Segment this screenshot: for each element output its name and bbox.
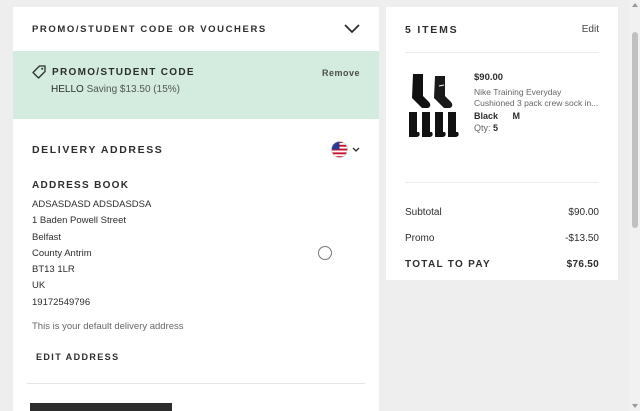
address-phone: 19172549796: [32, 296, 91, 308]
scroll-up-icon[interactable]: [632, 3, 638, 7]
country-selector[interactable]: [331, 141, 360, 158]
delivery-address-title: DELIVERY ADDRESS: [32, 143, 164, 156]
promo-label: Promo: [405, 232, 435, 244]
divider: [27, 383, 365, 384]
item-price: $90.00: [474, 72, 504, 83]
chevron-down-icon[interactable]: [344, 24, 360, 34]
total-label: TOTAL TO PAY: [405, 258, 491, 270]
promo-saving-text: Saving $13.50 (15%): [86, 84, 180, 95]
bag-item: $90.00 Nike Training Everyday Cushioned …: [405, 53, 599, 183]
scrollbar-thumb[interactable]: [632, 32, 638, 228]
qty-value: 5: [493, 123, 499, 133]
promo-accordion-title: PROMO/STUDENT CODE OR VOUCHERS: [32, 23, 267, 35]
checkout-left-column: PROMO/STUDENT CODE OR VOUCHERS PROMO/STU…: [13, 7, 379, 411]
default-address-note: This is your default delivery address: [32, 321, 184, 333]
item-name: Nike Training Everyday: [474, 87, 562, 97]
item-size: M: [512, 111, 521, 121]
address-line: BT13 1LR: [32, 264, 75, 276]
continue-button[interactable]: [30, 403, 172, 411]
tag-icon: [32, 65, 46, 79]
page-scrollbar[interactable]: [630, 0, 640, 411]
subtotal-label: Subtotal: [405, 206, 442, 218]
total-value: $76.50: [566, 258, 599, 270]
item-name-line2: Cushioned 3 pack crew sock in...: [474, 98, 599, 108]
edit-address-button[interactable]: EDIT ADDRESS: [32, 352, 360, 362]
promo-code-accordion[interactable]: PROMO/STUDENT CODE OR VOUCHERS: [13, 7, 379, 51]
item-color: Black: [474, 111, 499, 121]
applied-promo-code: PROMO/STUDENT CODE Remove HELLO Saving $…: [13, 51, 379, 119]
promo-value: -$13.50: [565, 232, 599, 244]
address-line: UK: [32, 280, 46, 292]
promo-applied-title: PROMO/STUDENT CODE: [52, 66, 195, 78]
promo-code-value: HELLO: [51, 84, 84, 95]
address-line: County Antrim: [32, 247, 92, 259]
address-line: ADSASDASD ADSDASDSA: [32, 199, 152, 210]
scroll-down-icon[interactable]: [632, 404, 638, 408]
qty-label: Qty:: [474, 123, 491, 133]
delivery-address-section: DELIVERY ADDRESS ADDRESS BOOK ADSASDASD …: [13, 119, 379, 411]
promo-row: Promo -$13.50: [405, 225, 599, 251]
items-count-title: 5 ITEMS: [405, 23, 459, 36]
chevron-down-icon: [352, 147, 360, 152]
address-line: 1 Baden Powell Street: [32, 215, 127, 227]
total-row: TOTAL TO PAY $76.50: [405, 251, 599, 277]
us-flag-icon: [331, 141, 348, 158]
subtotal-value: $90.00: [568, 206, 599, 218]
product-image[interactable]: [405, 72, 461, 144]
edit-bag-link[interactable]: Edit: [582, 24, 599, 35]
address-book-title: ADDRESS BOOK: [32, 180, 130, 191]
address-line: Belfast: [32, 231, 62, 243]
order-summary: 5 ITEMS Edit $90.00 Nike Training Everyd…: [386, 7, 618, 280]
subtotal-row: Subtotal $90.00: [405, 199, 599, 225]
address-block: ADSASDASD ADSDASDSA 1 Baden Powell Stree…: [32, 197, 360, 311]
address-radio[interactable]: [318, 246, 332, 260]
remove-promo-button[interactable]: Remove: [322, 68, 360, 78]
